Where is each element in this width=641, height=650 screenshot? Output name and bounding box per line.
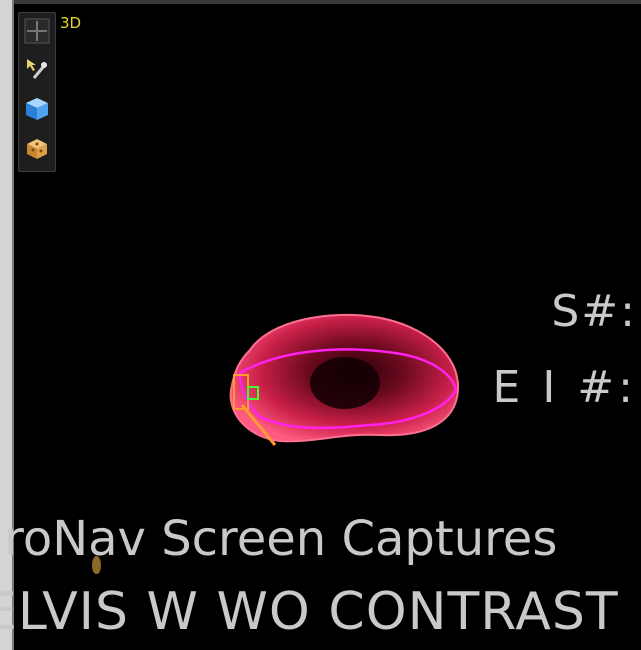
3d-view-button[interactable] — [23, 95, 51, 123]
image-number-label: E I #: — [492, 362, 637, 413]
3d-viewport[interactable]: 3D S#: E I #: JroNav Screen Captures ELV… — [0, 0, 641, 650]
cube-3d-icon — [26, 98, 48, 120]
probe-pointer-icon — [27, 59, 47, 79]
volume-render-button[interactable] — [23, 135, 51, 163]
probe-tool-button[interactable] — [23, 55, 51, 83]
view-mode-label: 3D — [60, 14, 82, 32]
organ-cavity — [310, 357, 380, 409]
capture-title: JroNav Screen Captures — [0, 511, 558, 567]
viewport-toolbar — [18, 12, 56, 172]
study-description: ELVIS W WO CONTRAST — [0, 582, 619, 642]
mouse-cursor-icon — [92, 556, 101, 574]
kidney-3d-render[interactable] — [220, 305, 470, 455]
crosshair-icon — [24, 18, 50, 44]
crosshair-tool-button[interactable] — [23, 17, 51, 45]
viewport-top-strip — [14, 0, 641, 4]
series-number-label: S#: — [551, 286, 637, 337]
volume-render-icon — [27, 139, 47, 159]
